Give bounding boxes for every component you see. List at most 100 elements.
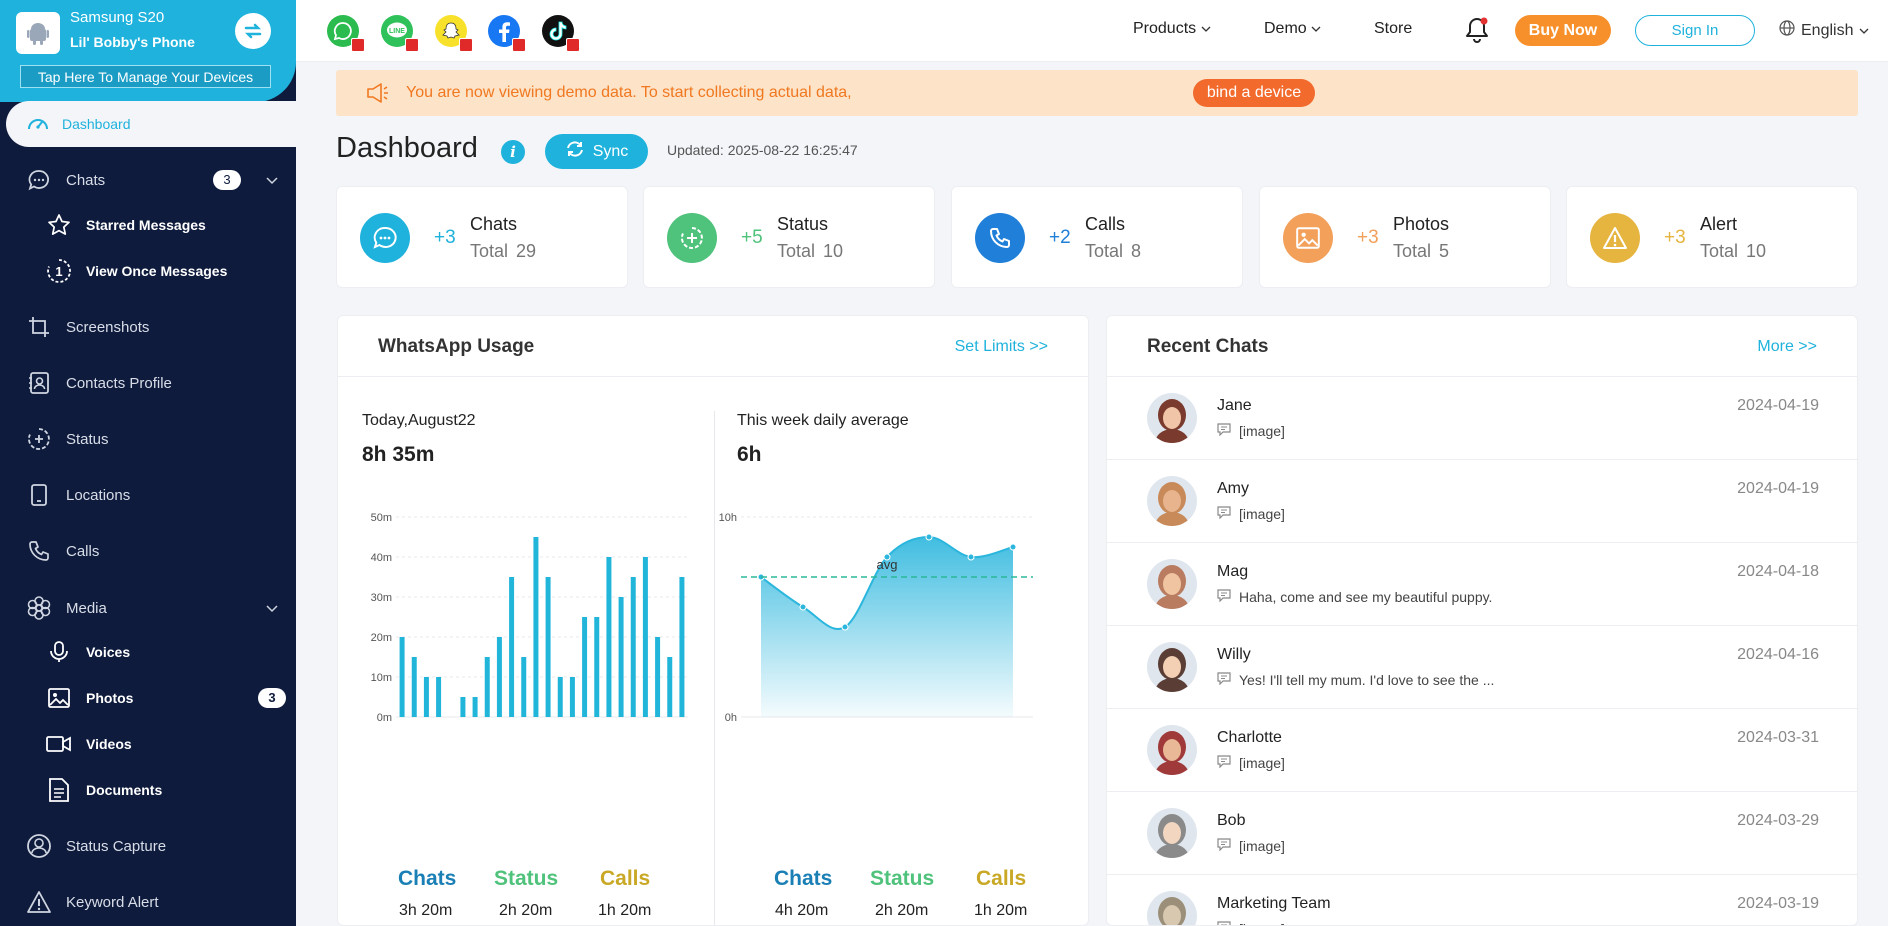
sidebar-item-label: Screenshots — [66, 318, 150, 336]
sidebar-item-status-capture[interactable]: Status Capture — [0, 826, 296, 866]
sidebar-item-view-once[interactable]: 1 View Once Messages — [0, 253, 296, 289]
sidebar: Samsung S20 Lil' Bobby's Phone Tap Here … — [0, 0, 296, 926]
device-card[interactable]: Samsung S20 Lil' Bobby's Phone — [0, 0, 296, 62]
demo-menu[interactable]: Demo — [1264, 20, 1321, 38]
bar[interactable] — [484, 657, 490, 717]
sidebar-item-media[interactable]: Media — [0, 588, 296, 628]
chat-row[interactable]: Marketing Team [image] 2024-03-19 — [1107, 874, 1857, 925]
bar[interactable] — [423, 677, 429, 717]
sidebar-item-keyword-alert[interactable]: Keyword Alert — [0, 882, 296, 922]
chat-row[interactable]: Charlotte [image] 2024-03-31 — [1107, 708, 1857, 791]
sidebar-item-status[interactable]: Status — [0, 419, 296, 459]
sidebar-item-videos[interactable]: Videos — [0, 726, 296, 762]
bar[interactable] — [411, 657, 417, 717]
banner-text: You are now viewing demo data. To start … — [406, 84, 852, 101]
sync-button[interactable]: Sync — [545, 134, 648, 169]
products-menu[interactable]: Products — [1133, 20, 1211, 38]
whatsapp-icon[interactable] — [327, 15, 365, 52]
bar[interactable] — [582, 617, 588, 717]
set-limits-link[interactable]: Set Limits >> — [955, 338, 1048, 356]
facebook-icon[interactable] — [488, 15, 526, 52]
sidebar-item-label: View Once Messages — [86, 263, 228, 279]
data-point[interactable] — [967, 553, 975, 561]
bar[interactable] — [630, 577, 636, 717]
sidebar-item-voices[interactable]: Voices — [0, 634, 296, 670]
bar[interactable] — [679, 577, 685, 717]
buy-now-button[interactable]: Buy Now — [1515, 15, 1611, 46]
video-camera-icon — [44, 733, 74, 755]
store-link[interactable]: Store — [1374, 20, 1412, 38]
sidebar-item-contacts[interactable]: Contacts Profile — [0, 363, 296, 403]
stat-card-chats[interactable]: +3 Chats Total 29 — [336, 186, 628, 288]
bar[interactable] — [509, 577, 515, 717]
bind-device-button[interactable]: bind a device — [1193, 79, 1315, 107]
bar[interactable] — [667, 657, 673, 717]
sidebar-item-label: Videos — [86, 736, 132, 752]
megaphone-icon — [366, 82, 390, 109]
language-selector[interactable]: English — [1779, 20, 1869, 41]
bar[interactable] — [655, 637, 661, 717]
recent-chats-title: Recent Chats — [1147, 336, 1269, 357]
sidebar-item-documents[interactable]: Documents — [0, 772, 296, 808]
sidebar-item-locations[interactable]: Locations — [0, 475, 296, 515]
stat-card-calls[interactable]: +2 Calls Total 8 — [951, 186, 1243, 288]
tiktok-icon[interactable] — [542, 15, 580, 52]
avatar — [1147, 642, 1197, 692]
bar[interactable] — [496, 637, 502, 717]
stat-card-alert[interactable]: +3 Alert Total 10 — [1566, 186, 1858, 288]
chat-row[interactable]: Bob [image] 2024-03-29 — [1107, 791, 1857, 874]
view-once-icon: 1 — [44, 258, 74, 284]
snapchat-icon[interactable] — [435, 15, 473, 52]
data-point[interactable] — [925, 533, 933, 541]
chat-row[interactable]: Willy Yes! I'll tell my mum. I'd love to … — [1107, 625, 1857, 708]
bar[interactable] — [557, 677, 563, 717]
bar[interactable] — [460, 697, 466, 717]
sidebar-item-screenshots[interactable]: Screenshots — [0, 307, 296, 347]
stat-label: Chats — [470, 214, 518, 234]
chevron-down-icon[interactable] — [266, 600, 278, 617]
sidebar-item-photos[interactable]: Photos 3 — [0, 680, 296, 716]
data-point[interactable] — [799, 603, 807, 611]
week-legend-calls-value: 1h 20m — [974, 902, 1028, 919]
bar[interactable] — [642, 557, 648, 717]
data-point[interactable] — [841, 623, 849, 631]
sidebar-item-calls[interactable]: Calls — [0, 531, 296, 571]
chat-row[interactable]: Mag Haha, come and see my beautiful puppy… — [1107, 542, 1857, 625]
today-label: Today,August22 — [362, 412, 476, 429]
sidebar-item-starred[interactable]: Starred Messages — [0, 207, 296, 243]
demo-label: Demo — [1264, 20, 1307, 37]
chevron-down-icon[interactable] — [266, 172, 278, 189]
data-point[interactable] — [1009, 543, 1017, 551]
manage-devices-button[interactable]: Tap Here To Manage Your Devices — [20, 65, 271, 88]
bar[interactable] — [399, 637, 405, 717]
sidebar-item-label: Contacts Profile — [66, 374, 172, 392]
chat-date: 2024-04-18 — [1737, 563, 1819, 580]
sidebar-item-chats[interactable]: Chats 3 — [0, 160, 296, 200]
more-link[interactable]: More >> — [1757, 338, 1817, 356]
bar[interactable] — [545, 577, 551, 717]
bar[interactable] — [436, 677, 442, 717]
line-icon[interactable]: LINE — [381, 15, 419, 52]
bar[interactable] — [472, 697, 478, 717]
stat-card-status[interactable]: +5 Status Total 10 — [643, 186, 935, 288]
chat-date: 2024-04-16 — [1737, 646, 1819, 663]
week-legend-chats-value: 4h 20m — [775, 902, 829, 919]
chat-row[interactable]: Jane [image] 2024-04-19 — [1107, 376, 1857, 459]
image-icon — [44, 686, 74, 710]
image-icon — [1283, 213, 1333, 263]
stat-card-photos[interactable]: +3 Photos Total 5 — [1259, 186, 1551, 288]
bar[interactable] — [618, 597, 624, 717]
info-icon[interactable]: i — [501, 140, 525, 164]
sidebar-item-dashboard[interactable]: Dashboard — [6, 101, 296, 147]
switch-device-icon[interactable] — [235, 13, 271, 49]
bar[interactable] — [533, 537, 539, 717]
bell-icon[interactable] — [1464, 16, 1490, 49]
bar[interactable] — [594, 617, 600, 717]
sign-in-button[interactable]: Sign In — [1635, 15, 1755, 46]
chat-row[interactable]: Amy [image] 2024-04-19 — [1107, 459, 1857, 542]
average-label: avg — [877, 557, 898, 572]
sync-label: Sync — [592, 142, 629, 160]
bar[interactable] — [569, 677, 575, 717]
bar[interactable] — [521, 657, 527, 717]
bar[interactable] — [606, 557, 612, 717]
